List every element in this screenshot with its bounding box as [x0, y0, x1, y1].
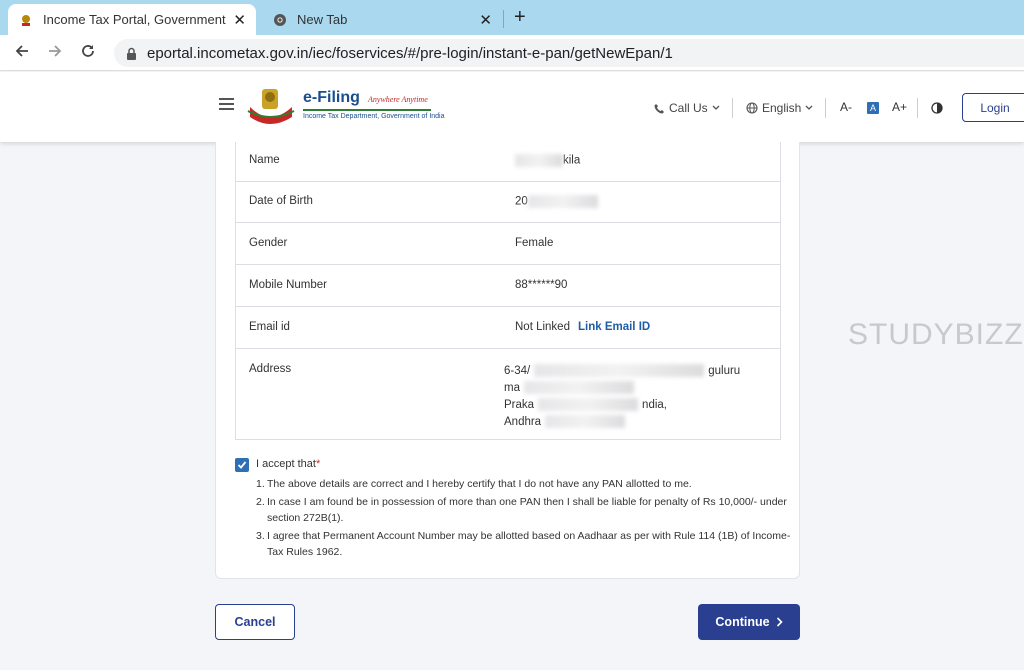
url-field[interactable]: eportal.incometax.gov.in/iec/foservices/…: [114, 39, 1024, 67]
login-button[interactable]: Login: [962, 93, 1024, 122]
address-value: 6-34/guluru ma Praka ndia, Andhra: [504, 364, 741, 429]
tab-income-tax-portal[interactable]: Income Tax Portal, Government of India ✕: [8, 4, 256, 35]
chrome-favicon-icon: [272, 12, 288, 28]
site-header: e-Filing Anywhere Anytime Income Tax Dep…: [0, 72, 1024, 142]
row-value: Female: [515, 237, 554, 249]
terms-list: 1. The above details are correct and I he…: [256, 476, 796, 562]
forward-arrow-icon[interactable]: [47, 43, 63, 64]
new-tab-plus-icon[interactable]: +: [514, 6, 526, 29]
phone-icon: [654, 103, 665, 114]
continue-button[interactable]: Continue: [698, 604, 800, 640]
watermark-text: STUDYBIZZ: [848, 318, 1024, 351]
list-item: 2. In case I am found be in possession of…: [256, 496, 787, 524]
tab-separator: [503, 10, 504, 28]
reload-icon[interactable]: [80, 43, 96, 64]
contrast-toggle-icon[interactable]: [931, 101, 943, 119]
redacted-text: [538, 398, 639, 412]
redacted-text: [523, 381, 634, 395]
national-emblem-icon: [247, 89, 295, 124]
language-label: English: [762, 101, 802, 115]
row-label: Date of Birth: [249, 195, 313, 207]
details-table: Name kila Date of Birth 20 Gender Female…: [235, 142, 781, 440]
row-label: Gender: [249, 237, 288, 249]
header-divider: [825, 98, 826, 118]
logo-underline: [303, 109, 431, 111]
table-row: Date of Birth 20: [236, 182, 780, 223]
increase-font-button[interactable]: A+: [892, 100, 907, 114]
redacted-text: [545, 415, 626, 429]
link-email-id-link[interactable]: Link Email ID: [578, 321, 650, 333]
hamburger-menu-icon[interactable]: [219, 98, 234, 110]
url-text: eportal.incometax.gov.in/iec/foservices/…: [147, 44, 673, 62]
back-arrow-icon[interactable]: [14, 43, 30, 64]
close-tab-icon[interactable]: ✕: [479, 11, 492, 29]
language-dropdown[interactable]: English: [746, 101, 813, 115]
accept-label: I accept that*: [256, 458, 321, 470]
logo-title: e-Filing: [303, 89, 360, 106]
table-row: Address 6-34/guluru ma Praka ndia, Andhra: [236, 349, 780, 439]
address-bar: eportal.incometax.gov.in/iec/foservices/…: [0, 35, 1024, 71]
call-us-dropdown[interactable]: Call Us: [654, 101, 720, 115]
redacted-text: [534, 364, 705, 378]
header-divider: [732, 98, 733, 118]
header-divider: [917, 98, 918, 118]
row-label: Address: [249, 363, 292, 375]
row-label: Mobile Number: [249, 279, 327, 291]
call-us-label: Call Us: [669, 101, 708, 115]
accept-checkbox[interactable]: [235, 458, 249, 472]
chevron-down-icon: [805, 105, 813, 111]
decrease-font-button[interactable]: A-: [840, 100, 852, 114]
chevron-right-icon: [776, 617, 783, 627]
table-row: Mobile Number 88******90: [236, 265, 780, 307]
normal-font-button[interactable]: A: [867, 102, 879, 114]
tab-title: Income Tax Portal, Government of India: [43, 12, 227, 27]
lock-icon[interactable]: [126, 47, 137, 60]
epan-details-card: Name kila Date of Birth 20 Gender Female…: [215, 142, 800, 579]
table-row: Email id Not Linked Link Email ID: [236, 307, 780, 349]
redacted-text: [515, 154, 563, 167]
globe-icon: [746, 102, 758, 114]
redacted-text: [527, 195, 598, 208]
continue-label: Continue: [715, 615, 770, 629]
emblem-favicon-icon: [18, 12, 34, 28]
tab-title: New Tab: [297, 12, 348, 27]
logo-tagline: Anywhere Anytime: [368, 95, 428, 104]
browser-tab-bar: Income Tax Portal, Government of India ✕…: [0, 0, 1024, 35]
list-item: 1. The above details are correct and I he…: [256, 478, 692, 490]
efiling-logo[interactable]: e-Filing Anywhere Anytime Income Tax Dep…: [246, 87, 445, 127]
table-row: Gender Female: [236, 223, 780, 265]
table-row: Name kila: [236, 142, 780, 182]
tab-new-tab[interactable]: New Tab ✕: [262, 4, 502, 35]
row-label: Name: [249, 154, 280, 166]
row-value: 20: [515, 195, 598, 208]
check-icon: [237, 461, 247, 469]
list-item: 3. I agree that Permanent Account Number …: [256, 530, 791, 558]
row-value: kila: [515, 154, 580, 167]
row-value: 88******90: [515, 279, 568, 291]
logo-subtitle: Income Tax Department, Government of Ind…: [303, 113, 445, 120]
close-tab-icon[interactable]: ✕: [233, 11, 246, 29]
chevron-down-icon: [712, 105, 720, 111]
row-label: Email id: [249, 321, 290, 333]
cancel-button[interactable]: Cancel: [215, 604, 295, 640]
row-value: Not Linked Link Email ID: [515, 321, 651, 333]
